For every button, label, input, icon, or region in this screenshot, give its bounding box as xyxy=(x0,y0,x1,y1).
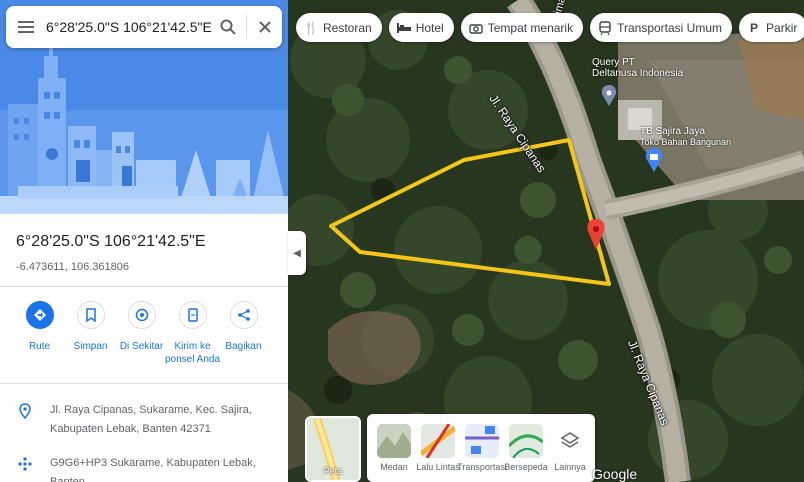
divider xyxy=(0,383,288,384)
menu-icon[interactable] xyxy=(6,6,46,48)
address-row[interactable]: Jl. Raya Cipanas, Sukarame, Kec. Sajira,… xyxy=(0,401,288,439)
search-divider xyxy=(246,15,247,39)
layer-traffic[interactable]: Lalu Lintas xyxy=(416,424,460,482)
transit-icon xyxy=(598,20,612,35)
map-type-toggle[interactable]: Peta xyxy=(305,416,361,482)
terrain-thumb xyxy=(377,424,411,458)
poi-label[interactable]: TB Sajira Jaya Toko Bahan Bangunan xyxy=(640,126,731,148)
hotel-icon xyxy=(396,21,411,35)
place-panel: 6°28'25.0"S 106°21'42.5"E -6.473611, 106… xyxy=(0,0,288,482)
directions-icon xyxy=(25,301,54,329)
divider xyxy=(0,286,288,287)
chip-restaurant[interactable]: 🍴 Restoran xyxy=(296,13,382,42)
layer-more[interactable]: Lainnya xyxy=(551,424,589,482)
collapse-panel-button[interactable]: ◀ xyxy=(288,231,306,275)
chip-hotel[interactable]: Hotel xyxy=(388,13,454,42)
action-bar: Rute Simpan Di Sekitar Kirim ke ponsel A… xyxy=(14,301,284,366)
plus-code-row[interactable]: G9G6+HP3 Sukarame, Kabupaten Lebak, Bant… xyxy=(0,454,288,482)
camera-icon xyxy=(469,21,483,35)
address-text: Jl. Raya Cipanas, Sukarame, Kec. Sajira,… xyxy=(50,404,252,435)
parking-icon: P xyxy=(750,20,759,35)
transit-thumb xyxy=(465,424,499,458)
directions-button[interactable]: Rute xyxy=(14,301,65,366)
place-decimal-coords: -6.473611, 106.361806 xyxy=(16,261,129,273)
chip-attractions[interactable]: Tempat menarik xyxy=(460,13,584,42)
layer-transit[interactable]: Transportasi xyxy=(457,424,507,482)
poi-label[interactable]: Query PT Deltanusa Indonesia xyxy=(592,57,683,79)
plus-code-icon xyxy=(0,454,50,482)
search-icon[interactable] xyxy=(212,6,244,48)
nearby-icon xyxy=(127,301,156,329)
location-pin-icon xyxy=(0,401,50,439)
traffic-thumb xyxy=(421,424,455,458)
close-icon[interactable] xyxy=(249,6,281,48)
plus-code-text: G9G6+HP3 Sukarame, Kabupaten Lebak, Bant… xyxy=(50,457,256,482)
satellite-map[interactable]: Jl. Raya Cipanas Jl. Raya Cipanas Cimang… xyxy=(288,0,804,482)
send-to-phone-icon xyxy=(178,301,207,329)
place-title: 6°28'25.0"S 106°21'42.5"E xyxy=(16,233,206,250)
layer-terrain[interactable]: Medan xyxy=(375,424,413,482)
restaurant-icon: 🍴 xyxy=(303,20,319,35)
layers-icon xyxy=(553,424,587,458)
layers-panel: Medan Lalu Lintas Transportasi Bersepeda… xyxy=(367,414,595,482)
google-attribution: Google xyxy=(592,466,638,482)
save-button[interactable]: Simpan xyxy=(65,301,116,366)
send-to-phone-button[interactable]: Kirim ke ponsel Anda xyxy=(165,301,220,366)
share-icon xyxy=(229,301,258,329)
chevron-left-icon: ◀ xyxy=(293,247,301,259)
search-box[interactable] xyxy=(6,6,282,48)
biking-thumb xyxy=(509,424,543,458)
category-chips: 🍴 Restoran Hotel Tempat menarik Transpor… xyxy=(296,13,804,42)
layer-biking[interactable]: Bersepeda xyxy=(504,424,548,482)
share-button[interactable]: Bagikan xyxy=(218,301,269,366)
chip-transit[interactable]: Transportasi Umum xyxy=(590,13,733,42)
chip-parking[interactable]: P Parkir xyxy=(739,13,804,42)
nearby-button[interactable]: Di Sekitar xyxy=(116,301,167,366)
bookmark-icon xyxy=(76,301,105,329)
search-input[interactable] xyxy=(46,19,212,35)
